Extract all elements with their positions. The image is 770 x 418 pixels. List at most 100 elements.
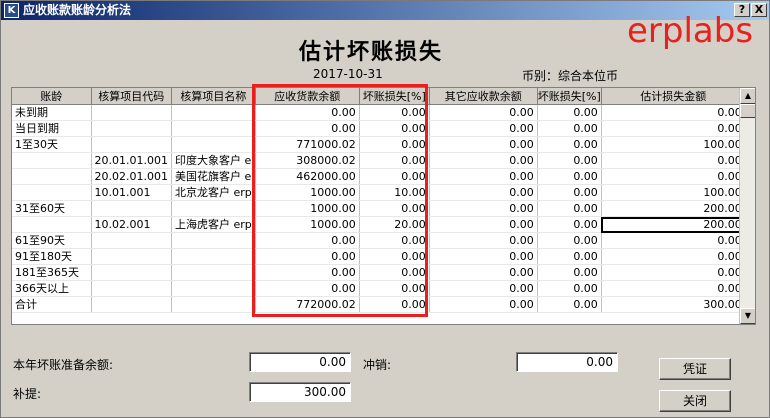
table-cell[interactable] xyxy=(171,248,256,265)
close-button[interactable]: 关闭 xyxy=(659,390,731,412)
table-cell[interactable]: 0.00 xyxy=(537,168,602,185)
table-cell[interactable]: 10.02.001 xyxy=(91,216,172,233)
table-cell[interactable]: 0.00 xyxy=(429,280,538,297)
table-row[interactable]: 未到期 0.00 0.00 0.00 0.00 0.00 xyxy=(12,104,746,121)
table-cell[interactable]: 0.00 xyxy=(359,280,430,297)
column-header[interactable]: 应收货款余额 xyxy=(255,88,360,105)
column-header[interactable]: 核算项目代码 xyxy=(91,88,172,105)
table-cell[interactable]: 0.00 xyxy=(537,232,602,249)
table-cell[interactable]: 61至90天 xyxy=(12,232,92,249)
table-cell[interactable]: 100.00 xyxy=(601,184,746,201)
table-cell[interactable]: 0.00 xyxy=(601,248,746,265)
table-cell[interactable]: 0.00 xyxy=(429,264,538,281)
column-header[interactable]: 坏账损失[%] xyxy=(537,88,602,105)
table-row[interactable]: 合计 772000.02 0.00 0.00 0.00 300.00 xyxy=(12,296,746,313)
table-cell[interactable]: 0.00 xyxy=(359,136,430,153)
table-cell[interactable]: 91至180天 xyxy=(12,248,92,265)
table-cell[interactable]: 0.00 xyxy=(255,264,360,281)
table-cell[interactable]: 0.00 xyxy=(359,152,430,169)
table-cell[interactable]: 200.00 xyxy=(601,216,746,233)
table-cell[interactable]: 0.00 xyxy=(359,232,430,249)
table-cell[interactable] xyxy=(171,104,256,121)
table-cell[interactable] xyxy=(171,120,256,137)
table-row[interactable]: 10.01.001 北京龙客户 erp 1000.00 10.00 0.00 0.00 10… xyxy=(12,184,746,201)
table-row[interactable]: 91至180天 0.00 0.00 0.00 0.00 0.00 xyxy=(12,248,746,265)
table-cell[interactable]: 300.00 xyxy=(601,296,746,313)
table-cell[interactable]: 0.00 xyxy=(601,120,746,137)
table-cell[interactable]: 0.00 xyxy=(601,264,746,281)
table-cell[interactable]: 0.00 xyxy=(255,248,360,265)
table-cell[interactable]: 0.00 xyxy=(537,136,602,153)
table-cell[interactable]: 366天以上 xyxy=(12,280,92,297)
table-cell[interactable]: 0.00 xyxy=(537,280,602,297)
table-cell[interactable] xyxy=(12,152,92,169)
table-cell[interactable]: 当日到期 xyxy=(12,120,92,137)
table-cell[interactable]: 0.00 xyxy=(429,120,538,137)
table-cell[interactable]: 0.00 xyxy=(537,216,602,233)
table-cell[interactable]: 0.00 xyxy=(429,184,538,201)
table-cell[interactable]: 10.01.001 xyxy=(91,184,172,201)
scroll-up-icon[interactable]: ▲ xyxy=(740,88,755,104)
table-cell[interactable]: 0.00 xyxy=(537,184,602,201)
table-row[interactable]: 10.02.001 上海虎客户 erp 1000.00 20.00 0.00 0.00 20… xyxy=(12,216,746,233)
table-cell[interactable]: 1000.00 xyxy=(255,216,360,233)
table-cell[interactable]: 308000.02 xyxy=(255,152,360,169)
table-cell[interactable]: 未到期 xyxy=(12,104,92,121)
table-cell[interactable]: 0.00 xyxy=(429,216,538,233)
table-cell[interactable]: 100.00 xyxy=(601,136,746,153)
column-header[interactable]: 核算项目名称 xyxy=(171,88,256,105)
table-row[interactable]: 31至60天 1000.00 0.00 0.00 0.00 200.00 xyxy=(12,200,746,217)
table-cell[interactable] xyxy=(91,120,172,137)
table-cell[interactable]: 10.00 xyxy=(359,184,430,201)
table-cell[interactable]: 0.00 xyxy=(359,168,430,185)
table-cell[interactable]: 0.00 xyxy=(429,168,538,185)
table-cell[interactable]: 美国花旗客户 e xyxy=(171,168,256,185)
close-window-button[interactable]: X xyxy=(751,3,767,17)
table-cell[interactable]: 0.00 xyxy=(255,232,360,249)
table-row[interactable]: 181至365天 0.00 0.00 0.00 0.00 0.00 xyxy=(12,264,746,281)
grid-vertical-scrollbar[interactable]: ▲ ▼ xyxy=(739,88,755,324)
table-cell[interactable] xyxy=(12,168,92,185)
table-cell[interactable]: 0.00 xyxy=(537,120,602,137)
table-cell[interactable]: 0.00 xyxy=(601,152,746,169)
scroll-thumb[interactable] xyxy=(740,104,755,118)
table-row[interactable]: 1至30天 771000.02 0.00 0.00 0.00 100.00 xyxy=(12,136,746,153)
table-cell[interactable]: 1至30天 xyxy=(12,136,92,153)
table-cell[interactable] xyxy=(12,184,92,201)
aging-grid[interactable]: 账龄 核算项目代码 核算项目名称 应收货款余额 坏账损失[%] 其它应收款余额 坏账损失[%… xyxy=(11,87,756,325)
column-header[interactable]: 其它应收款余额 xyxy=(429,88,538,105)
table-cell[interactable]: 20.02.01.001 xyxy=(91,168,172,185)
table-cell[interactable]: 0.00 xyxy=(429,296,538,313)
table-cell[interactable]: 0.00 xyxy=(359,264,430,281)
table-cell[interactable]: 0.00 xyxy=(601,280,746,297)
reserve-balance-field[interactable]: 0.00 xyxy=(249,352,351,372)
table-cell[interactable]: 0.00 xyxy=(537,152,602,169)
table-cell[interactable]: 0.00 xyxy=(537,248,602,265)
table-cell[interactable] xyxy=(171,296,256,313)
scroll-down-icon[interactable]: ▼ xyxy=(740,308,755,324)
table-cell[interactable] xyxy=(171,280,256,297)
table-row[interactable]: 366天以上 0.00 0.00 0.00 0.00 0.00 xyxy=(12,280,746,297)
table-cell[interactable]: 200.00 xyxy=(601,200,746,217)
table-cell[interactable]: 0.00 xyxy=(359,104,430,121)
writeoff-field[interactable]: 0.00 xyxy=(516,352,618,372)
table-cell[interactable] xyxy=(171,232,256,249)
table-row[interactable]: 当日到期 0.00 0.00 0.00 0.00 0.00 xyxy=(12,120,746,137)
table-cell[interactable] xyxy=(91,248,172,265)
table-cell[interactable]: 0.00 xyxy=(601,104,746,121)
table-cell[interactable]: 0.00 xyxy=(359,296,430,313)
table-row[interactable]: 61至90天 0.00 0.00 0.00 0.00 0.00 xyxy=(12,232,746,249)
table-cell[interactable]: 0.00 xyxy=(255,104,360,121)
table-cell[interactable]: 0.00 xyxy=(255,280,360,297)
table-cell[interactable] xyxy=(12,216,92,233)
table-cell[interactable] xyxy=(91,296,172,313)
table-cell[interactable] xyxy=(91,280,172,297)
table-cell[interactable]: 0.00 xyxy=(359,200,430,217)
table-cell[interactable]: 0.00 xyxy=(429,152,538,169)
table-cell[interactable]: 合计 xyxy=(12,296,92,313)
table-cell[interactable]: 772000.02 xyxy=(255,296,360,313)
column-header[interactable]: 坏账损失[%] xyxy=(359,88,430,105)
table-cell[interactable]: 0.00 xyxy=(601,168,746,185)
table-cell[interactable]: 1000.00 xyxy=(255,184,360,201)
table-cell[interactable] xyxy=(91,136,172,153)
